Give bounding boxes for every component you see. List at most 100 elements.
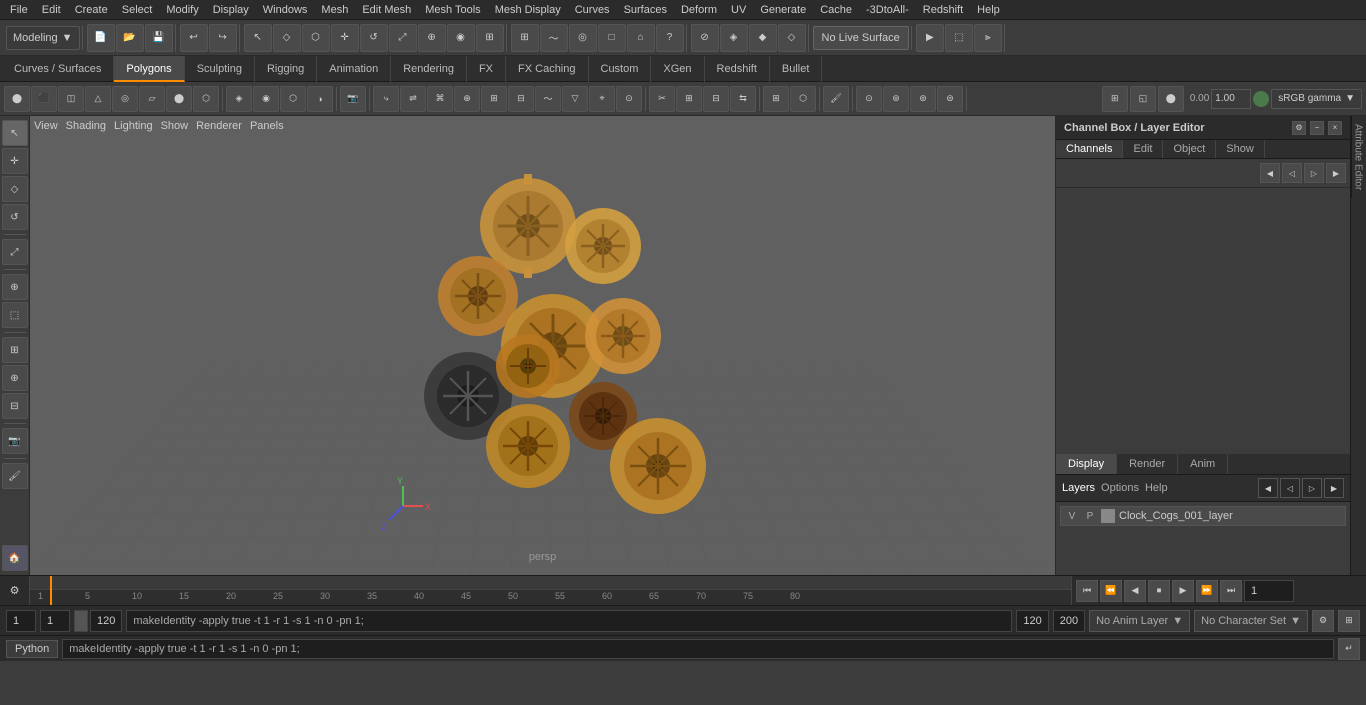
tb2-camera-btn[interactable]: 📷: [340, 86, 366, 112]
move-tool-btn[interactable]: ✛: [2, 148, 28, 174]
snap-live-btn[interactable]: ⌂: [627, 24, 655, 52]
universal-btn[interactable]: ⊕: [418, 24, 446, 52]
tb2-shaded-btn[interactable]: ⬤: [1158, 86, 1184, 112]
cb-tb-right[interactable]: ▶: [1326, 163, 1346, 183]
frame-range-field[interactable]: 1: [40, 610, 70, 632]
menu-file[interactable]: File: [4, 0, 34, 20]
save-file-btn[interactable]: 💾: [145, 24, 173, 52]
move-btn[interactable]: ✛: [331, 24, 359, 52]
python-tab[interactable]: Python: [6, 640, 58, 658]
tb2-cylinder-btn[interactable]: ◫: [58, 86, 84, 112]
tb2-misc4-btn[interactable]: ⊜: [937, 86, 963, 112]
tb2-cut-btn[interactable]: ✂: [649, 86, 675, 112]
menu-uv[interactable]: UV: [725, 0, 752, 20]
snap-tool-btn[interactable]: ⊕: [2, 274, 28, 300]
play-fwd-btn[interactable]: ▶: [1172, 580, 1194, 602]
tb2-uv-btn[interactable]: ⊞: [763, 86, 789, 112]
tb2-smooth-btn[interactable]: 〜: [535, 86, 561, 112]
layers-btn-layers[interactable]: Layers: [1062, 482, 1095, 494]
redo-btn[interactable]: ↪: [209, 24, 237, 52]
snap-view-btn[interactable]: □: [598, 24, 626, 52]
tb2-disk-btn[interactable]: ⬤: [166, 86, 192, 112]
command-output[interactable]: makeIdentity -apply true -t 1 -r 1 -s 1 …: [62, 639, 1334, 659]
tab-curves-surfaces[interactable]: Curves / Surfaces: [2, 56, 114, 82]
anim-layer-dropdown[interactable]: No Anim Layer ▼: [1089, 610, 1190, 632]
layer-delete-btn[interactable]: ▶: [1324, 478, 1344, 498]
tb2-platonic-btn[interactable]: ⬡: [193, 86, 219, 112]
timeline-ruler[interactable]: 1 5 10 15 20 25 30 35 40 45 50 55 60 65 …: [30, 576, 1071, 605]
play-stop-btn[interactable]: ⏹: [1148, 580, 1170, 602]
vp-menu-view[interactable]: View: [34, 120, 58, 132]
vp-menu-panels[interactable]: Panels: [250, 120, 284, 132]
end-frame2-field[interactable]: 200: [1053, 610, 1085, 632]
tb2-plane-btn[interactable]: ▱: [139, 86, 165, 112]
lt-camera-btn[interactable]: 📷: [2, 428, 28, 454]
dra-tab-anim[interactable]: Anim: [1178, 454, 1228, 474]
lasso-btn[interactable]: ◇: [273, 24, 301, 52]
frame-all-btn[interactable]: ⬚: [2, 302, 28, 328]
undo-btn[interactable]: ↩: [180, 24, 208, 52]
keying-btn[interactable]: ◈: [720, 24, 748, 52]
menu-mesh[interactable]: Mesh: [315, 0, 354, 20]
dra-tab-display[interactable]: Display: [1056, 454, 1117, 474]
new-file-btn[interactable]: 📄: [87, 24, 115, 52]
layer-add-btn[interactable]: ◀: [1258, 478, 1278, 498]
menu-help[interactable]: Help: [971, 0, 1006, 20]
play-last-btn[interactable]: ⏭: [1220, 580, 1242, 602]
tab-sculpting[interactable]: Sculpting: [185, 56, 255, 82]
menu-select[interactable]: Select: [116, 0, 159, 20]
tab-xgen[interactable]: XGen: [651, 56, 704, 82]
tb2-wireframe-btn[interactable]: ◱: [1130, 86, 1156, 112]
menu-generate[interactable]: Generate: [754, 0, 812, 20]
menu-display[interactable]: Display: [207, 0, 255, 20]
play-prev-btn[interactable]: ⏪: [1100, 580, 1122, 602]
snap-point-btn[interactable]: ◎: [569, 24, 597, 52]
cb-tab-edit[interactable]: Edit: [1123, 140, 1163, 158]
current-frame-input[interactable]: 1: [1244, 580, 1294, 602]
tab-polygons[interactable]: Polygons: [114, 56, 184, 82]
frame-current-field[interactable]: 1: [6, 610, 36, 632]
snap-help-btn[interactable]: ?: [656, 24, 684, 52]
cb-ctrl-minimize[interactable]: −: [1310, 121, 1324, 135]
vp-menu-show[interactable]: Show: [161, 120, 189, 132]
tab-custom[interactable]: Custom: [589, 56, 652, 82]
layers-btn-options[interactable]: Options: [1101, 482, 1139, 494]
select-tool-btn[interactable]: ↖: [2, 120, 28, 146]
tab-rigging[interactable]: Rigging: [255, 56, 317, 82]
tb2-torus-btn[interactable]: ◎: [112, 86, 138, 112]
tab-fx-caching[interactable]: FX Caching: [506, 56, 588, 82]
play-first-btn[interactable]: ⏮: [1076, 580, 1098, 602]
playhead[interactable]: [50, 576, 52, 605]
tb2-lights2-btn[interactable]: ◉: [253, 86, 279, 112]
render-btn[interactable]: ▶: [916, 24, 944, 52]
select-btn[interactable]: ↖: [244, 24, 272, 52]
menu-deform[interactable]: Deform: [675, 0, 723, 20]
tb2-misc2-btn[interactable]: ⊛: [883, 86, 909, 112]
workspace-dropdown[interactable]: Modeling ▼: [6, 26, 80, 50]
tb2-lights-btn[interactable]: ◈: [226, 86, 252, 112]
snap-grid-btn[interactable]: ⊞: [511, 24, 539, 52]
rotate-btn[interactable]: ↺: [360, 24, 388, 52]
lt-grid-btn[interactable]: ⊞: [2, 337, 28, 363]
menu-curves[interactable]: Curves: [569, 0, 616, 20]
cb-ctrl-settings[interactable]: ⚙: [1292, 121, 1306, 135]
lt-paint-btn[interactable]: 🖌: [2, 463, 28, 489]
tb2-bool-btn[interactable]: ⊕: [454, 86, 480, 112]
menu-mesh-tools[interactable]: Mesh Tools: [419, 0, 486, 20]
scale-tool-btn[interactable]: ⤢: [2, 239, 28, 265]
layer-sort2-btn[interactable]: ▷: [1302, 478, 1322, 498]
paint-select-btn[interactable]: ⬡: [302, 24, 330, 52]
tb2-bevel-btn[interactable]: ⌘: [427, 86, 453, 112]
lasso-tool-btn[interactable]: ◇: [2, 176, 28, 202]
open-file-btn[interactable]: 📂: [116, 24, 144, 52]
cb-tb-left2[interactable]: ◁: [1282, 163, 1302, 183]
vp-menu-shading[interactable]: Shading: [66, 120, 106, 132]
tab-fx[interactable]: FX: [467, 56, 506, 82]
lt-minus-btn[interactable]: ⊟: [2, 393, 28, 419]
cmd-enter-btn[interactable]: ↵: [1338, 638, 1360, 660]
scale-btn[interactable]: ⤢: [389, 24, 417, 52]
cb-tb-left[interactable]: ◀: [1260, 163, 1280, 183]
tb2-grid-btn[interactable]: ⊞: [1102, 86, 1128, 112]
show-manip-btn[interactable]: ⊞: [476, 24, 504, 52]
dra-tab-render[interactable]: Render: [1117, 454, 1178, 474]
